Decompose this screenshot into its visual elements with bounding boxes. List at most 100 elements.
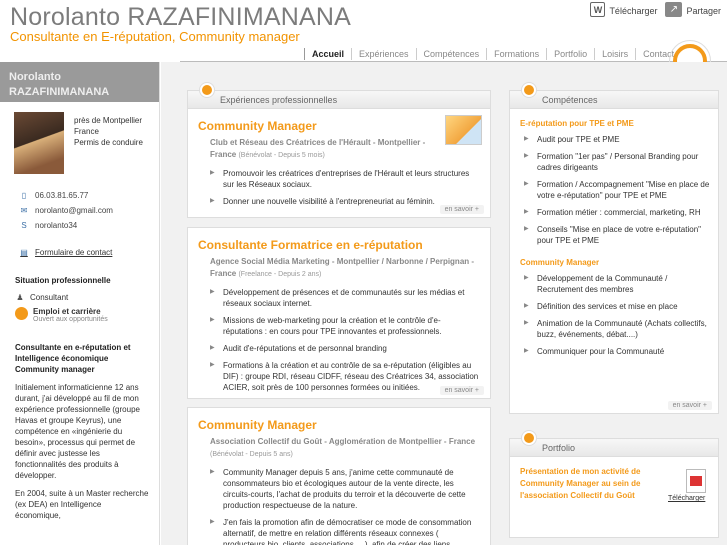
job-title[interactable]: Consultante Formatrice en e-réputation (198, 228, 480, 252)
contact-list: ▯ 06.03.81.65.77 ✉ norolanto@gmail.com S… (0, 174, 159, 233)
emploi-subtitle: Ouvert aux opportunités (33, 316, 108, 323)
site-tagline: Consultante en E-réputation, Community m… (10, 29, 300, 44)
site-owner-name: Norolanto RAZAFINIMANANA (10, 3, 351, 31)
job-bullets: Community Manager depuis 5 ans, j'anime … (198, 461, 480, 545)
list-item: Animation de la Communauté (Achats colle… (524, 318, 712, 340)
nav-accueil[interactable]: Accueil (304, 48, 351, 60)
more-link[interactable]: en savoir + (439, 386, 484, 395)
experience-card-2: Consultante Formatrice en e-réputation A… (187, 227, 491, 399)
list-item: Audit d'e-réputations et de personnal br… (210, 343, 480, 354)
summary-paragraph-2: En 2004, suite à un Master recherche (ex… (15, 489, 149, 520)
profile-details: près de Montpellier France Permis de con… (74, 112, 143, 174)
person-icon: ♟ (16, 292, 24, 302)
situation-row: ♟ Consultant (15, 290, 159, 304)
job-organization: Association Collectif du Goût - Agglomér… (198, 432, 480, 461)
profile-license: Permis de conduire (74, 138, 143, 147)
experiences-header: Expériences professionnelles (188, 83, 490, 109)
main-nav: Accueil Expériences Compétences Formatio… (304, 48, 681, 60)
section-dot-icon (522, 83, 536, 97)
nav-loisirs[interactable]: Loisirs (594, 48, 635, 60)
portfolio-download[interactable]: Télécharger (668, 495, 705, 502)
list-item: Conseils "Mise en place de votre e-réput… (524, 224, 712, 246)
contact-form-link[interactable]: ▤ Formulaire de contact (0, 233, 159, 257)
competences-title: Compétences (542, 95, 598, 105)
share-label: Partager (686, 6, 721, 16)
profile-location: près de Montpellier (74, 116, 143, 125)
job-title[interactable]: Community Manager (198, 109, 480, 133)
section-dot-icon (522, 431, 536, 445)
job-entry: Community Manager Club et Réseau des Cré… (188, 109, 490, 207)
list-item: J'en fais la promotion afin de démocrati… (210, 517, 480, 545)
list-item: Audit pour TPE et PME (524, 134, 712, 145)
list-item: Promouvoir les créatrices d'entreprises … (210, 168, 480, 190)
download-cv-button[interactable]: W Télécharger (590, 2, 657, 17)
nav-portfolio[interactable]: Portfolio (546, 48, 594, 60)
job-organization: Club et Réseau des Créatrices de l'Hérau… (198, 133, 480, 162)
job-organization: Agence Social Média Marketing - Montpell… (198, 252, 480, 281)
sidebar-name-banner: Norolanto RAZAFINIMANANA (0, 62, 159, 102)
profile-photo (14, 112, 64, 174)
content-area: Expériences professionnelles Community M… (161, 62, 727, 545)
experiences-title: Expériences professionnelles (220, 95, 338, 105)
job-meta: (Freelance - Depuis 2 ans) (238, 271, 322, 278)
summary-heading: Consultante en e-réputation et Intellige… (15, 343, 131, 374)
list-item: Formation métier : commercial, marketing… (524, 207, 712, 218)
job-meta: (Bénévolat - Depuis 5 ans) (210, 451, 293, 458)
more-link[interactable]: en savoir + (439, 205, 484, 214)
situation-heading: Situation professionnelle (15, 276, 111, 285)
experiences-card: Expériences professionnelles Community M… (187, 83, 491, 218)
email-row[interactable]: ✉ norolanto@gmail.com (19, 203, 159, 218)
sidebar-last-name: RAZAFINIMANANA (9, 86, 110, 98)
list-item: Communiquer pour la Communauté (524, 346, 712, 357)
job-bullets: Développement de présences et de communa… (198, 281, 480, 393)
list-item: Formation "1er pas" / Personal Branding … (524, 151, 712, 173)
competence-group-title[interactable]: E-réputation pour TPE et PME (510, 109, 718, 128)
competence-list: Développement de la Communauté / Recrute… (510, 267, 718, 357)
job-bullets: Promouvoir les créatrices d'entreprises … (198, 162, 480, 207)
profile-block: près de Montpellier France Permis de con… (0, 102, 159, 174)
list-item: Community Manager depuis 5 ans, j'anime … (210, 467, 480, 511)
competence-list: Audit pour TPE et PME Formation "1er pas… (510, 128, 718, 246)
competence-group-title[interactable]: Community Manager (510, 252, 718, 267)
job-org-name: Association Collectif du Goût - Agglomér… (210, 437, 476, 446)
list-item: Développement de présences et de communa… (210, 287, 480, 309)
share-button[interactable]: ↗ Partager (665, 2, 721, 17)
job-entry: Consultante Formatrice en e-réputation A… (188, 228, 490, 393)
job-meta: (Bénévolat - Depuis 5 mois) (238, 152, 325, 159)
contact-form-label[interactable]: Formulaire de contact (35, 248, 112, 257)
emploi-block: Emploi et carrière Ouvert aux opportunit… (0, 304, 159, 323)
pdf-icon[interactable] (686, 469, 706, 493)
section-dot-icon (200, 83, 214, 97)
email-icon: ✉ (20, 206, 28, 215)
list-item: Formation / Accompagnement "Mise en plac… (524, 179, 712, 201)
phone-number: 06.03.81.65.77 (35, 191, 89, 200)
summary-paragraph-1: Initialement informaticienne 12 ans dura… (15, 383, 140, 480)
header-tools: W Télécharger ↗ Partager (590, 2, 721, 17)
competences-card: Compétences E-réputation pour TPE et PME… (509, 83, 719, 414)
phone-row: ▯ 06.03.81.65.77 (19, 188, 159, 203)
situation-block: ♟ Consultant (0, 285, 159, 304)
portfolio-card: Portfolio Présentation de mon activité d… (509, 431, 719, 538)
site-header: Norolanto RAZAFINIMANANA Consultante en … (0, 0, 727, 62)
form-icon: ▤ (20, 247, 28, 257)
skype-icon: S (21, 221, 27, 230)
download-label: Télécharger (609, 6, 658, 16)
job-title[interactable]: Community Manager (198, 408, 480, 432)
sidebar-first-name: Norolanto (9, 71, 61, 83)
more-link[interactable]: en savoir + (667, 401, 712, 410)
situation-value: Consultant (30, 292, 69, 302)
competences-header: Compétences (510, 83, 718, 109)
word-doc-icon: W (590, 2, 606, 17)
nav-formations[interactable]: Formations (486, 48, 546, 60)
list-item: Définition des services et mise en place (524, 301, 712, 312)
portfolio-header: Portfolio (510, 431, 718, 457)
nav-experiences[interactable]: Expériences (351, 48, 416, 60)
job-thumbnail (445, 115, 482, 145)
profile-country: France (74, 127, 99, 136)
skype-row[interactable]: S norolanto34 (19, 218, 159, 233)
profile-sidebar: Norolanto RAZAFINIMANANA près de Montpel… (0, 62, 160, 545)
career-icon (15, 307, 28, 320)
nav-competences[interactable]: Compétences (415, 48, 487, 60)
email-address[interactable]: norolanto@gmail.com (35, 206, 113, 215)
skype-id[interactable]: norolanto34 (35, 221, 77, 230)
